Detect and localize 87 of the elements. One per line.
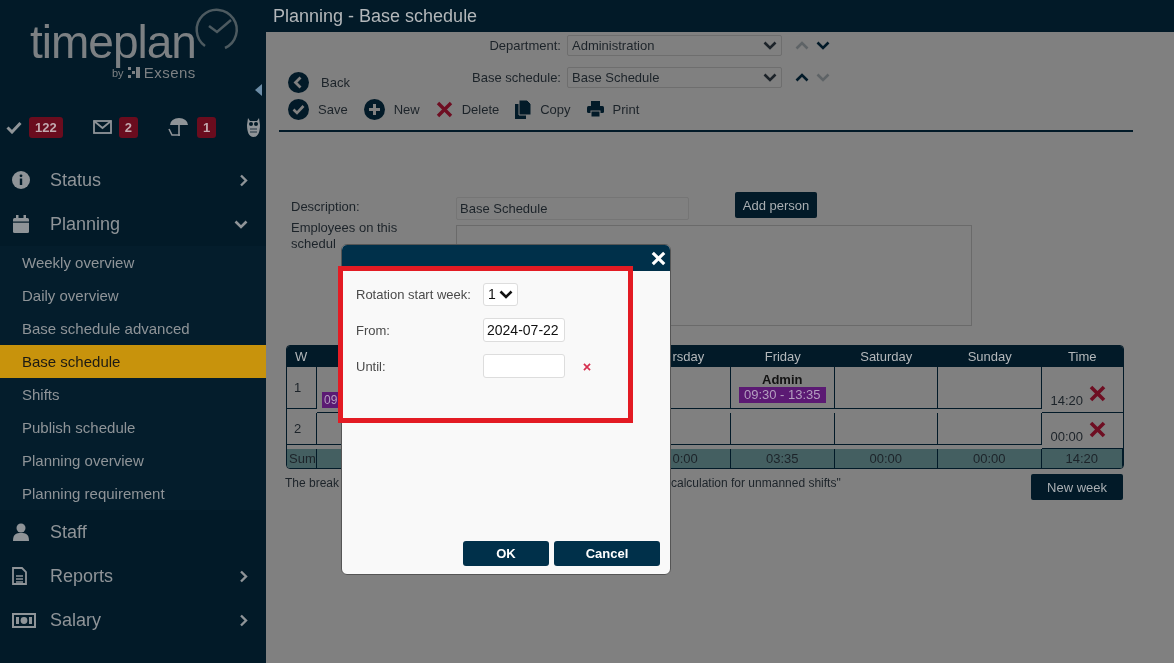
- document-icon: [12, 567, 27, 585]
- menu-item[interactable]: Salary: [0, 598, 266, 642]
- close-icon[interactable]: [651, 250, 666, 266]
- submenu-item[interactable]: Publish schedule: [0, 411, 266, 444]
- menu-item[interactable]: Reports: [0, 554, 266, 598]
- submenu-item[interactable]: Shifts: [0, 378, 266, 411]
- sum-cell: 00:00: [938, 449, 1042, 468]
- submenu-item[interactable]: Planning requirement: [0, 477, 266, 510]
- info-icon: [12, 171, 30, 189]
- chevron-down-icon: [763, 40, 777, 50]
- submenu-item[interactable]: Base schedule: [0, 345, 266, 378]
- back-button[interactable]: Back: [288, 71, 350, 93]
- note-text: The break: [285, 476, 341, 490]
- shift-chip[interactable]: 09:30 - 13:35: [738, 387, 826, 403]
- selector-label: Department:: [489, 37, 561, 53]
- beach-umbrella-icon[interactable]: [167, 117, 190, 137]
- week-cell: 1: [287, 367, 317, 409]
- collapse-caret-icon[interactable]: [255, 84, 262, 96]
- person-icon: [12, 523, 30, 541]
- delete-icon[interactable]: [1089, 421, 1107, 438]
- ok-button[interactable]: OK: [463, 541, 549, 566]
- mail-icon[interactable]: [92, 120, 112, 134]
- chevron-down-icon: [498, 289, 513, 299]
- toolbar-button[interactable]: Save: [288, 98, 348, 120]
- field-label: Description:: [291, 198, 361, 214]
- count-badge: 122: [29, 116, 63, 138]
- new-week-button[interactable]: New week: [1031, 474, 1123, 500]
- column-header: Sunday: [938, 346, 1042, 367]
- sum-label: Sum: [287, 449, 317, 468]
- toolbar-button[interactable]: Delete: [435, 100, 500, 118]
- date-field[interactable]: 2024-07-22: [483, 318, 565, 342]
- menu-item[interactable]: Planning: [0, 202, 266, 246]
- chevron-down-icon: [234, 219, 248, 229]
- time-cell: 00:00: [1050, 429, 1084, 444]
- toolbar-button[interactable]: Print: [586, 101, 640, 117]
- logo-brand: Exsens: [143, 64, 196, 81]
- column-header: Time: [1041, 346, 1123, 367]
- submenu-item[interactable]: Planning overview: [0, 444, 266, 477]
- chevron-right-icon: [239, 613, 248, 627]
- cancel-button[interactable]: Cancel: [554, 541, 660, 566]
- chevron-right-icon: [239, 569, 248, 583]
- time-cell: 14:20: [1050, 393, 1084, 408]
- owl-icon[interactable]: [246, 116, 262, 138]
- field-label: From:: [356, 322, 391, 338]
- week-select[interactable]: 1: [483, 282, 518, 306]
- checkmark-circle-icon: [288, 98, 309, 120]
- week-cell: 2: [287, 413, 317, 445]
- count-badge: 2: [118, 116, 138, 138]
- banknote-icon: [12, 612, 36, 628]
- dropdown[interactable]: Base Schedule: [567, 66, 782, 88]
- column-header: W: [287, 346, 317, 367]
- calendar-icon: [12, 215, 30, 233]
- delete-icon[interactable]: [1089, 385, 1107, 402]
- logo-wordmark: timeplan: [30, 18, 196, 66]
- count-badge: 1: [196, 116, 217, 138]
- menu-item[interactable]: Staff: [0, 510, 266, 554]
- submenu-item[interactable]: Weekly overview: [0, 246, 266, 279]
- dropdown[interactable]: Administration: [567, 34, 782, 56]
- printer-icon: [586, 101, 604, 117]
- note-text: calculation for unmanned shifts": [671, 476, 841, 490]
- plus-circle-icon: [363, 98, 385, 120]
- sum-cell: 03:35: [731, 449, 835, 468]
- submenu-item[interactable]: Daily overview: [0, 279, 266, 312]
- sum-cell: 00:00: [834, 449, 938, 468]
- submenu-item[interactable]: Base schedule advanced: [0, 312, 266, 345]
- sum-cell: 14:20: [1041, 449, 1123, 468]
- column-header: Friday: [731, 346, 835, 367]
- selector-label: Base schedule:: [472, 69, 561, 85]
- page-title: Planning - Base schedule: [266, 0, 1174, 32]
- field-label: Employees on this schedul: [291, 220, 399, 252]
- toolbar-button[interactable]: Copy: [515, 99, 571, 119]
- date-field[interactable]: [483, 354, 565, 378]
- menu-item[interactable]: Status: [0, 158, 266, 202]
- description-field[interactable]: Base Schedule: [456, 197, 689, 220]
- checkmark-icon[interactable]: [6, 120, 22, 134]
- field-label: Rotation start week:: [356, 286, 472, 302]
- column-header: Saturday: [834, 346, 938, 367]
- toolbar-button[interactable]: New: [363, 98, 420, 120]
- logo-mark-icon: [127, 67, 140, 78]
- field-label: Until:: [356, 358, 387, 374]
- add-person-button[interactable]: Add person: [735, 192, 817, 218]
- employee-name: Admin: [762, 372, 803, 387]
- copy-icon: [515, 99, 532, 119]
- clear-icon[interactable]: [583, 362, 591, 371]
- chevron-right-icon: [239, 173, 248, 187]
- chevron-down-icon: [763, 72, 777, 82]
- delete-icon: [435, 100, 453, 118]
